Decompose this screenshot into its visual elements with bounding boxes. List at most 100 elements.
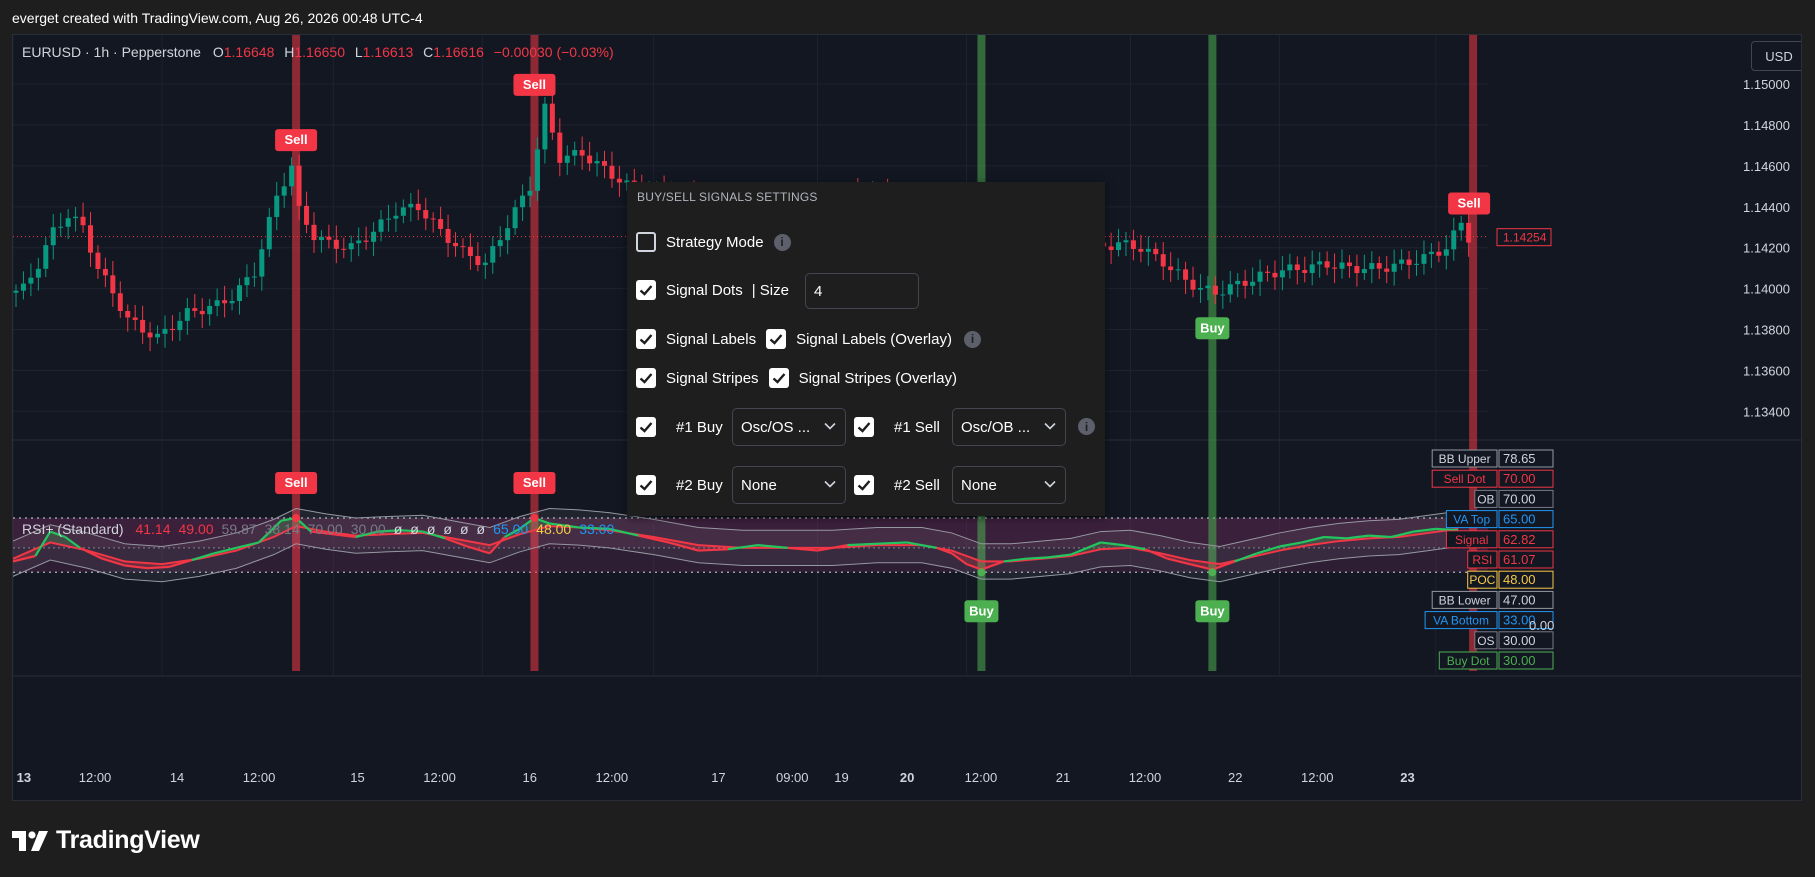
candle-body: [408, 203, 414, 208]
candle-body: [289, 165, 295, 187]
sell2-row[interactable]: #2 Sell: [854, 475, 940, 495]
last-price-text: 1.14254: [1503, 231, 1547, 245]
rsi-label-name: Buy Dot: [1447, 654, 1490, 668]
candle-body: [1190, 279, 1196, 290]
candle-body: [534, 149, 540, 191]
buy2-label: #2 Buy: [676, 476, 723, 494]
candle-body: [251, 276, 257, 278]
candle-body: [199, 310, 205, 315]
time-tick: 12:00: [1301, 770, 1334, 785]
signal-stripes-label: Signal Stripes: [666, 369, 759, 387]
candle-body: [87, 225, 93, 253]
price-tick: 1.14400: [1743, 200, 1790, 215]
price-tick: 1.15000: [1743, 77, 1790, 92]
chevron-down-icon: [824, 422, 836, 430]
candle-body: [58, 226, 64, 228]
buy2-checkbox[interactable]: [636, 475, 656, 495]
candle-body: [415, 203, 421, 211]
signal-dots-label: Signal Dots: [666, 281, 743, 299]
time-tick: 15: [350, 770, 364, 785]
candle-body: [490, 246, 496, 263]
candle-body: [438, 219, 444, 229]
sell2-checkbox[interactable]: [854, 475, 874, 495]
sell1-row[interactable]: #1 Sell: [854, 417, 940, 437]
price-tick: 1.14200: [1743, 241, 1790, 256]
tradingview-logo[interactable]: TradingView: [12, 826, 200, 855]
candle-body: [460, 246, 466, 248]
rsi-line-segment: [847, 542, 878, 547]
info-icon[interactable]: i: [1078, 418, 1095, 435]
candle-body: [1361, 269, 1367, 274]
time-tick: 20: [900, 770, 914, 785]
candle-body: [423, 210, 429, 219]
sell2-label: #2 Sell: [894, 476, 940, 494]
candle-body: [475, 256, 481, 266]
candle-body: [467, 246, 473, 257]
candle-body: [110, 275, 116, 294]
candle-body: [296, 165, 302, 206]
candle-body: [1287, 264, 1293, 271]
candle-body: [430, 218, 436, 220]
time-tick: 16: [523, 770, 537, 785]
candle-body: [207, 305, 213, 315]
candle-body: [1108, 246, 1114, 251]
price-tick: 1.14800: [1743, 118, 1790, 133]
strategy-mode-row[interactable]: Strategy Mode i: [636, 232, 791, 252]
candle-body: [1123, 240, 1129, 243]
signal-labels-checkbox[interactable]: [636, 329, 656, 349]
signal-dots-checkbox[interactable]: [636, 280, 656, 300]
close-value: 1.16616: [433, 44, 484, 60]
size-label: | Size: [751, 281, 789, 299]
candle-body: [378, 219, 384, 232]
candle-body: [13, 290, 19, 293]
candle-body: [162, 328, 168, 334]
tradingview-logo-icon: [12, 830, 48, 851]
rsi-legend-value: 30.00: [350, 521, 386, 537]
candle-body: [1369, 263, 1375, 270]
signal-stripes-checkbox[interactable]: [636, 368, 656, 388]
candle-body: [616, 178, 622, 183]
buy1-checkbox[interactable]: [636, 417, 656, 437]
buy2-select[interactable]: None: [732, 466, 846, 504]
signal-dots-row[interactable]: Signal Dots | Size: [636, 280, 789, 300]
sell2-select[interactable]: None: [952, 466, 1066, 504]
open-label: O: [212, 44, 224, 60]
time-tick: 12:00: [965, 770, 998, 785]
low-label: L: [354, 44, 363, 60]
buy2-row[interactable]: #2 Buy: [636, 475, 723, 495]
candle-body: [542, 103, 548, 150]
rsi-legend-value: ø: [476, 521, 486, 537]
chart-frame[interactable]: SellSellBuyBuySellSellSellBuyBuy 1.15000…: [12, 34, 1802, 801]
signal-stripes-overlay-checkbox[interactable]: [768, 368, 789, 388]
info-icon[interactable]: i: [963, 330, 981, 348]
candle-body: [400, 207, 406, 216]
currency-button[interactable]: USD: [1751, 41, 1801, 71]
sell1-checkbox[interactable]: [854, 417, 874, 437]
candle-body: [579, 150, 585, 156]
size-input[interactable]: 4: [805, 273, 919, 309]
rsi-label-name: BB Upper: [1439, 452, 1491, 466]
buy1-row[interactable]: #1 Buy: [636, 417, 723, 437]
price-tick: 1.14600: [1743, 159, 1790, 174]
open-value: 1.16648: [223, 44, 275, 60]
info-icon[interactable]: i: [773, 233, 791, 251]
time-tick: 12:00: [1129, 770, 1162, 785]
candle-body: [1376, 263, 1382, 269]
rsi-line-segment: [1435, 527, 1459, 532]
candle-body: [184, 308, 190, 321]
signal-stripes-row[interactable]: Signal Stripes Signal Stripes (Overlay): [636, 368, 957, 388]
buy1-select[interactable]: Osc/OS ...: [732, 408, 846, 446]
sell1-select[interactable]: Osc/OB ...: [952, 408, 1066, 446]
candle-body: [1294, 264, 1300, 271]
candle-body: [1406, 259, 1412, 265]
buy1-label: #1 Buy: [676, 418, 723, 436]
signal-labels-overlay-checkbox[interactable]: [766, 329, 787, 349]
candle-body: [1272, 272, 1278, 278]
rsi-label-value: 62.82: [1503, 532, 1536, 547]
candle-body: [1346, 262, 1352, 267]
signal-labels-row[interactable]: Signal Labels Signal Labels (Overlay) i: [636, 329, 981, 349]
candle-body: [155, 333, 161, 338]
candle-body: [482, 262, 488, 266]
candle-body: [1130, 240, 1136, 249]
strategy-mode-checkbox[interactable]: [636, 232, 656, 252]
